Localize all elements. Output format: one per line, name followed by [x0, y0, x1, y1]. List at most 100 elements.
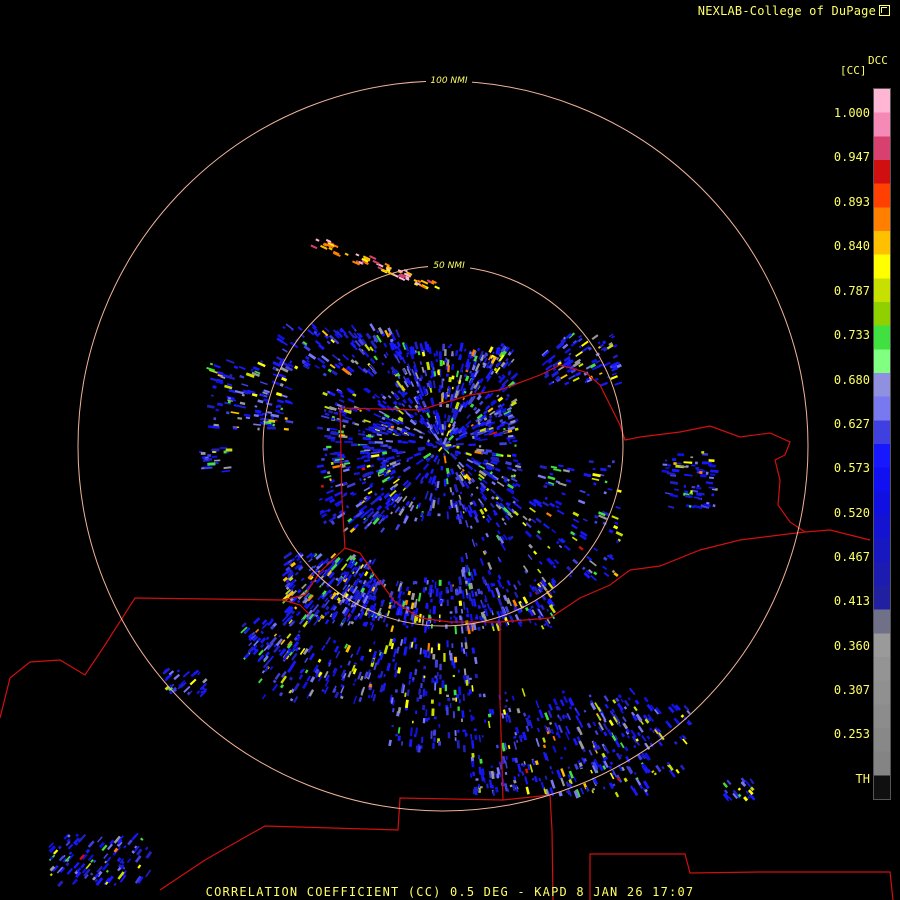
echo-gate [221, 469, 231, 473]
echo-gate [380, 444, 384, 447]
echo-gate [456, 740, 460, 749]
echo-gate [460, 608, 464, 614]
echo-gate [512, 599, 518, 607]
echo-gate [490, 784, 494, 789]
echo-gate [489, 607, 493, 613]
echo-gate [614, 381, 623, 386]
echo-gate [486, 603, 490, 609]
echo-gate [331, 619, 336, 624]
echo-gate [237, 416, 243, 420]
echo-gate [357, 429, 361, 432]
echo-gate [445, 403, 450, 408]
echo-gate [561, 690, 566, 694]
echo-gate [458, 600, 463, 606]
echo-gate [534, 622, 538, 626]
echo-gate [315, 238, 320, 242]
echo-gate [564, 347, 572, 354]
echo-gate [471, 538, 476, 548]
echo-gate [466, 607, 469, 614]
echo-gate [57, 845, 62, 850]
echo-gate [438, 741, 442, 746]
echo-gate [551, 529, 557, 534]
echo-gate [623, 699, 630, 707]
echo-gate [476, 347, 481, 352]
echo-gate [709, 469, 719, 473]
echo-gate [408, 439, 416, 444]
echo-gate [558, 464, 564, 468]
echo-gate [239, 401, 246, 406]
echo-gate [296, 588, 302, 594]
echo-gate [379, 437, 383, 440]
echo-gate [505, 357, 509, 362]
echo-gate [603, 556, 608, 561]
echo-gate [546, 608, 550, 612]
echo-gate [472, 568, 477, 576]
echo-gate [617, 694, 622, 699]
echo-gate [281, 394, 288, 398]
echo-gate [439, 359, 443, 367]
echo-gate [239, 405, 247, 409]
echo-gate [359, 444, 368, 447]
echo-gate [693, 496, 702, 500]
echo-gate [517, 462, 521, 466]
echo-gate [513, 776, 517, 781]
echo-gate [401, 741, 404, 746]
echo-gate [210, 377, 218, 382]
echo-gate [705, 471, 709, 475]
echo-gate [481, 735, 484, 738]
echo-gate [602, 723, 609, 730]
echo-gate [486, 360, 491, 366]
echo-gate [533, 775, 538, 783]
echo-gate [469, 625, 471, 628]
echo-gate [662, 463, 668, 466]
echo-gate [524, 768, 529, 774]
echo-gate [592, 467, 596, 471]
echo-gate [667, 464, 671, 467]
boundary-line [629, 531, 806, 571]
echo-gate [238, 365, 246, 370]
echo-gate [464, 732, 468, 737]
echo-gate [604, 703, 609, 709]
radar-echoes [48, 238, 756, 888]
echo-gate [344, 459, 349, 463]
echo-gate [601, 565, 608, 571]
echo-gate [538, 777, 542, 782]
echo-gate [506, 579, 512, 586]
echo-gate [383, 644, 389, 655]
echo-gate [418, 688, 422, 695]
echo-gate [487, 569, 492, 576]
echo-gate [661, 765, 665, 770]
echo-gate [433, 716, 437, 720]
echo-gate [342, 468, 350, 473]
echo-gate [324, 327, 330, 333]
echo-gate [308, 353, 317, 360]
echo-gate [539, 604, 546, 611]
echo-gate [427, 592, 430, 595]
echo-gate [538, 709, 544, 719]
echo-gate [705, 481, 714, 485]
echo-gate [435, 677, 439, 684]
echo-gate [658, 741, 663, 747]
echo-gate [430, 647, 433, 654]
echo-gate [354, 360, 359, 365]
echo-gate [280, 407, 284, 411]
echo-gate [469, 709, 472, 712]
echo-gate [457, 729, 460, 733]
echo-gate [633, 706, 638, 712]
echo-gate [690, 490, 693, 494]
echo-gate [641, 734, 647, 742]
echo-gate [395, 580, 400, 587]
echo-gate [563, 544, 571, 552]
echo-gate [182, 670, 190, 678]
echo-gate [488, 415, 493, 419]
echo-gate [466, 413, 471, 419]
echo-gate [598, 763, 604, 772]
echo-gate [367, 452, 371, 455]
echo-gate [106, 856, 112, 863]
echo-gate [411, 720, 414, 724]
echo-gate [294, 571, 299, 576]
colorbar-tick-label: 0.947 [833, 150, 870, 164]
echo-gate [381, 362, 385, 366]
echo-gate [257, 399, 264, 404]
echo-gate [453, 483, 459, 493]
